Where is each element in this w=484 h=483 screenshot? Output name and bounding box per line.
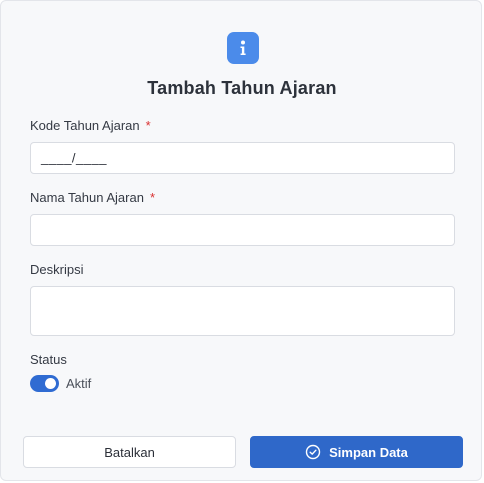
required-mark: * — [149, 190, 156, 205]
kode-label-text: Kode Tahun Ajaran — [30, 118, 140, 133]
nama-label-text: Nama Tahun Ajaran — [30, 190, 144, 205]
save-button[interactable]: Simpan Data — [250, 436, 463, 468]
status-toggle-label: Aktif — [66, 376, 92, 391]
kode-input[interactable]: ____/____ — [30, 142, 455, 174]
check-circle-icon — [305, 444, 321, 460]
status-label: Status — [30, 352, 67, 367]
deskripsi-label: Deskripsi — [30, 262, 84, 277]
cancel-button[interactable]: Batalkan — [23, 436, 236, 468]
toggle-knob — [45, 378, 56, 389]
dialog-title: Tambah Tahun Ajaran — [147, 78, 337, 98]
required-mark: * — [145, 118, 151, 133]
add-academic-year-dialog: Tambah Tahun Ajaran Kode Tahun Ajaran * _… — [0, 0, 482, 481]
kode-input-value: ____/____ — [41, 150, 107, 166]
save-button-label: Simpan Data — [329, 444, 408, 460]
nama-label: Nama Tahun Ajaran * — [30, 190, 155, 205]
cancel-button-label: Batalkan — [104, 444, 155, 460]
status-toggle[interactable] — [30, 375, 59, 392]
info-icon — [227, 32, 259, 64]
status-toggle-row: Aktif — [30, 375, 91, 392]
deskripsi-textarea[interactable] — [30, 286, 455, 336]
kode-label: Kode Tahun Ajaran * — [30, 118, 151, 133]
nama-input[interactable] — [30, 214, 455, 246]
